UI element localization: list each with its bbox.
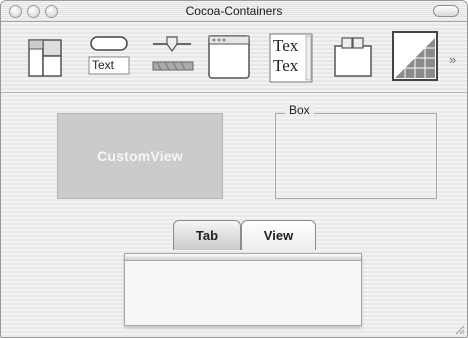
box-icon — [334, 37, 372, 77]
box-container[interactable] — [275, 113, 437, 199]
tab-view-rail — [124, 253, 362, 261]
toolbar-item-text-view[interactable]: Tex Tex — [267, 24, 317, 88]
box-title: Box — [285, 103, 314, 117]
content-area: CustomView Box Tab View — [1, 93, 467, 337]
toolbar: Text Tex Tex » — [1, 22, 467, 93]
toolbar-overflow-chevron[interactable]: » — [449, 52, 456, 67]
tab-view[interactable]: View — [241, 220, 316, 250]
toolbar-item-custom-view[interactable] — [391, 24, 441, 88]
split-view-icon — [28, 39, 62, 77]
button-text-icon — [88, 36, 130, 75]
title-bar[interactable]: Cocoa-Containers — [1, 1, 467, 22]
custom-graph-icon — [392, 31, 438, 81]
toolbar-item-box[interactable] — [329, 24, 377, 88]
window-title: Cocoa-Containers — [185, 4, 283, 18]
tab-tab[interactable]: Tab — [173, 220, 241, 250]
tab-view-body — [124, 253, 362, 326]
custom-view-label: CustomView — [97, 148, 183, 164]
toolbar-item-button-text[interactable]: Text — [87, 24, 137, 88]
custom-view[interactable]: CustomView — [57, 113, 223, 199]
toolbar-item-slider[interactable] — [147, 24, 199, 88]
slider-icon — [152, 36, 194, 71]
resize-grip-icon[interactable] — [453, 323, 465, 335]
toolbar-item-split-view[interactable] — [9, 24, 69, 88]
tab-label: Tab — [195, 228, 219, 243]
toolbar-item-window[interactable] — [207, 24, 253, 88]
window-icon — [208, 35, 250, 79]
tab-label: View — [263, 228, 294, 243]
window: Cocoa-Containers Text Tex Tex » CustomVi… — [0, 0, 468, 338]
toolbar-toggle-button[interactable] — [433, 5, 459, 17]
text-view-line-1: Tex — [273, 36, 299, 55]
button-text-label: Text — [92, 58, 115, 72]
text-view-line-2: Tex — [273, 56, 299, 75]
